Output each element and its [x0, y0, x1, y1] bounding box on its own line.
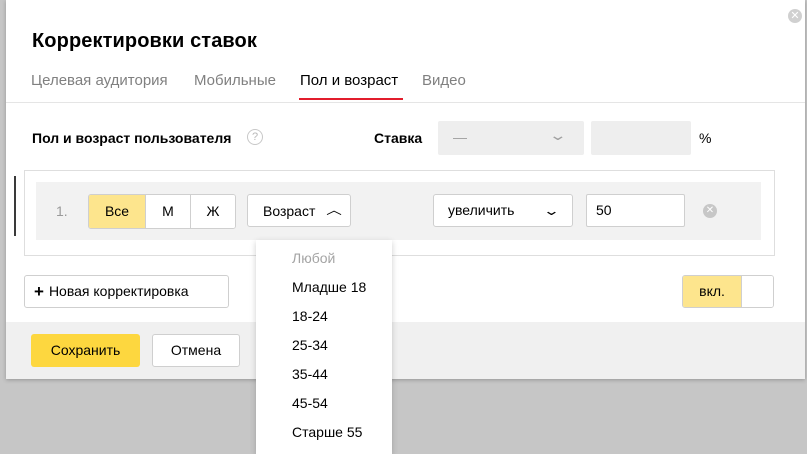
gender-female-button[interactable]: Ж [191, 195, 235, 228]
age-option-under-18[interactable]: Младше 18 [292, 279, 366, 295]
tab-gender-age[interactable]: Пол и возраст [300, 72, 398, 89]
cancel-button[interactable]: Отмена [152, 334, 240, 367]
age-option-18-24[interactable]: 18-24 [292, 308, 328, 324]
action-select[interactable]: увеличить ⌄ [433, 194, 573, 227]
new-adjustment-button[interactable]: + Новая корректировка [24, 275, 229, 308]
new-adjustment-label: Новая корректировка [48, 283, 189, 299]
tab-video[interactable]: Видео [422, 72, 466, 89]
gender-male-button[interactable]: М [146, 195, 191, 228]
age-option-45-54[interactable]: 45-54 [292, 395, 328, 411]
save-button[interactable]: Сохранить [31, 334, 140, 367]
percent-label: % [699, 130, 712, 146]
tabs-divider [6, 102, 805, 103]
gender-segmented-control: Все М Ж [88, 194, 236, 229]
tab-mobile[interactable]: Мобильные [194, 72, 276, 89]
help-icon[interactable]: ? [247, 129, 263, 145]
enable-toggle[interactable]: вкл. [682, 275, 774, 308]
action-select-value: увеличить [448, 202, 515, 218]
age-button-label: Возраст [263, 203, 316, 219]
active-tab-indicator [299, 98, 403, 100]
chevron-up-icon: ︿ [326, 203, 342, 217]
age-option-over-55[interactable]: Старше 55 [292, 424, 362, 440]
age-option-any[interactable]: Любой [292, 250, 335, 266]
age-option-25-34[interactable]: 25-34 [292, 337, 328, 353]
rate-select[interactable]: — ⌄ [438, 121, 584, 155]
gender-all-button[interactable]: Все [89, 195, 146, 228]
rate-input[interactable] [591, 121, 691, 155]
chevron-down-icon: ⌄ [548, 127, 568, 143]
age-option-35-44[interactable]: 35-44 [292, 366, 328, 382]
toggle-knob [741, 276, 773, 307]
toggle-on-label: вкл. [683, 276, 742, 307]
age-dropdown-button[interactable]: Возраст ︿ [247, 194, 351, 227]
row-number: 1. [56, 203, 68, 219]
close-icon[interactable]: ✕ [788, 9, 802, 23]
row-left-bar [14, 176, 16, 236]
dialog-title: Корректировки ставок [32, 30, 257, 52]
chevron-down-icon: ⌄ [542, 203, 561, 218]
tab-target-audience[interactable]: Целевая аудитория [31, 72, 168, 89]
section-label: Пол и возраст пользователя [32, 130, 232, 146]
rate-select-value: — [453, 129, 467, 145]
plus-icon: + [34, 282, 44, 301]
age-dropdown-menu: Любой Младше 18 18-24 25-34 35-44 45-54 … [256, 240, 392, 454]
remove-row-icon[interactable]: ✕ [703, 204, 717, 218]
rate-label: Ставка [374, 130, 423, 146]
value-input[interactable]: 50 [586, 194, 685, 227]
